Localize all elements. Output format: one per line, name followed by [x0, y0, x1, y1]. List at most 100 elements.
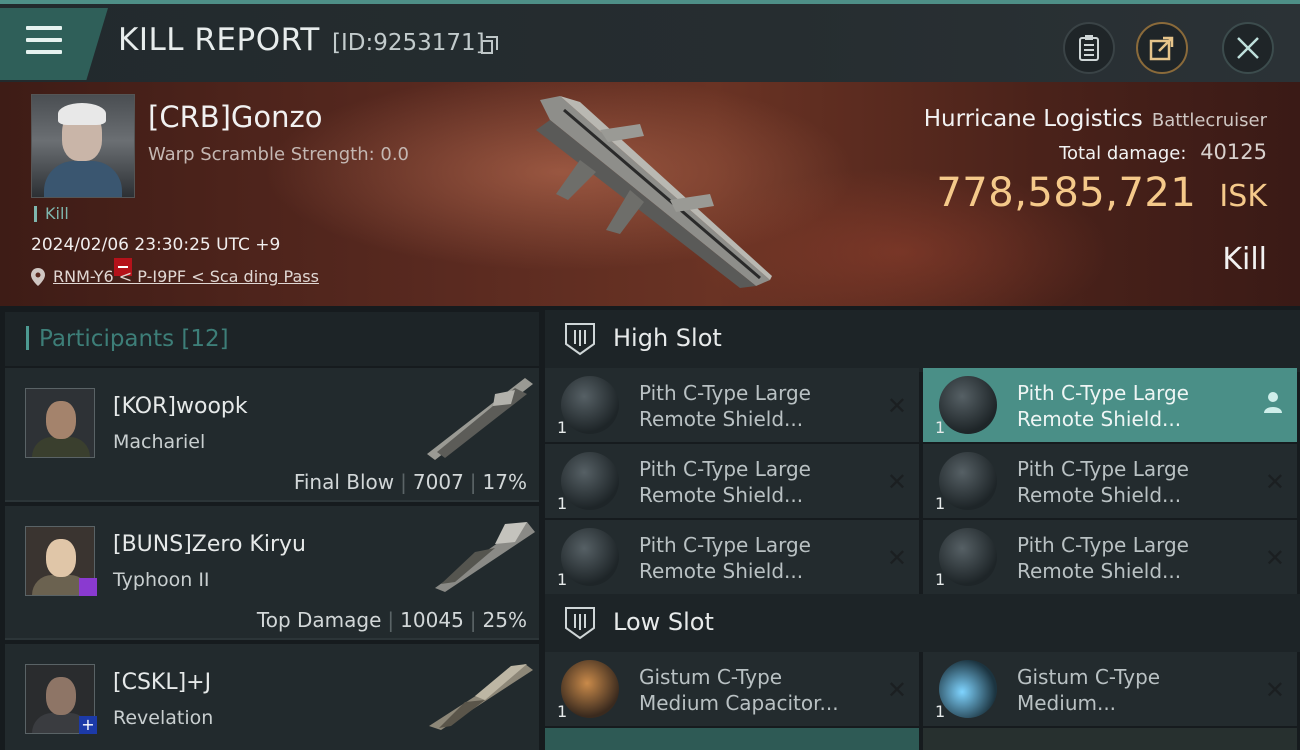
slot-icon	[565, 323, 595, 356]
close-icon	[1237, 37, 1259, 59]
report-id: [ID:9253171]	[332, 30, 485, 56]
ship-info[interactable]: Hurricane Logistics Battlecruiser	[924, 106, 1267, 132]
participant-name: [KOR]woopk	[113, 394, 248, 419]
module-icon	[561, 376, 619, 434]
fleet-plus-icon: +	[79, 716, 97, 734]
warp-scramble-strength: Warp Scramble Strength: 0.0	[148, 144, 410, 165]
low-slot-header: Low Slot	[545, 594, 1300, 652]
module-name: Pith C-Type Large Remote Shield...	[639, 381, 811, 431]
ship-name: Hurricane Logistics	[923, 106, 1143, 132]
module-item[interactable]: 1 Pith C-Type Large Remote Shield... ✕	[545, 444, 919, 518]
top-bar: KILL REPORT [ID:9253171]	[0, 0, 1300, 82]
participants-header[interactable]: Participants [12]	[5, 312, 539, 366]
total-damage-label: Total damage:	[1059, 143, 1187, 164]
high-slot-label: High Slot	[613, 324, 722, 352]
victim-banner: [CRB]Gonzo Warp Scramble Strength: 0.0 K…	[0, 82, 1300, 306]
menu-icon	[26, 26, 62, 62]
participant-name: [CSKL]+J	[113, 670, 212, 695]
module-item[interactable]: 1 Pith C-Type Large Remote Shield... ✕	[545, 368, 919, 442]
module-name: Pith C-Type Large Remote Shield...	[1017, 533, 1189, 583]
module-item[interactable]: 1 Gistum C-Type Medium... ✕	[923, 652, 1297, 726]
clipboard-button[interactable]	[1063, 22, 1115, 74]
module-name: Pith C-Type Large Remote Shield...	[1017, 457, 1189, 507]
next-module-peek	[923, 728, 1297, 750]
module-icon	[561, 452, 619, 510]
remove-icon[interactable]: ✕	[887, 468, 907, 496]
victim-portrait[interactable]	[31, 94, 135, 198]
module-name: Gistum C-Type Medium Capacitor...	[639, 665, 839, 715]
module-qty: 1	[935, 702, 946, 721]
module-qty: 1	[935, 418, 946, 437]
participant-row[interactable]: [KOR]woopk Machariel Final Blow | 7007 | 17%	[5, 368, 539, 502]
slot-icon	[565, 607, 595, 640]
participant-name: [BUNS]Zero Kiryu	[113, 532, 306, 557]
module-qty: 1	[935, 494, 946, 513]
stat-damage: 10045	[400, 608, 464, 632]
share-button[interactable]	[1136, 22, 1188, 74]
total-damage: Total damage: 40125	[1059, 140, 1267, 164]
kill-location[interactable]: RNM-Y6 < P-I9PF < Sca ding Pass	[31, 267, 319, 286]
module-item[interactable]: 1 Pith C-Type Large Remote Shield...	[923, 368, 1297, 442]
participant-row[interactable]: [BUNS]Zero Kiryu Typhoon II Top Damage | 1…	[5, 506, 539, 640]
victim-ship-image[interactable]	[520, 90, 780, 290]
stat-label: Top Damage	[256, 608, 382, 632]
remove-icon[interactable]: ✕	[1265, 676, 1285, 704]
page-title: KILL REPORT	[118, 22, 320, 58]
kill-datetime: 2024/02/06 23:30:25 UTC +9	[31, 235, 281, 255]
participant-row[interactable]: + [CSKL]+J Revelation	[5, 644, 539, 750]
high-slot-header: High Slot	[545, 310, 1300, 372]
participant-stats: Top Damage | 10045 | 25%	[256, 608, 527, 632]
module-item[interactable]: 1 Pith C-Type Large Remote Shield... ✕	[923, 444, 1297, 518]
location-pin-icon	[31, 267, 45, 286]
isk-value: 778,585,721 ISK	[936, 170, 1267, 216]
module-qty: 1	[557, 494, 568, 513]
isk-amount: 778,585,721	[936, 170, 1197, 216]
remove-icon[interactable]: ✕	[1265, 544, 1285, 572]
module-item[interactable]: 1 Gistum C-Type Medium Capacitor... ✕	[545, 652, 919, 726]
module-qty: 1	[557, 418, 568, 437]
participant-ship-image	[429, 664, 533, 730]
victim-name[interactable]: [CRB]Gonzo	[148, 100, 322, 134]
stat-percent: 17%	[482, 470, 527, 494]
module-item[interactable]: 1 Pith C-Type Large Remote Shield... ✕	[923, 520, 1297, 594]
remove-icon[interactable]: ✕	[887, 676, 907, 704]
copy-icon[interactable]	[481, 36, 498, 54]
module-name: Gistum C-Type Medium...	[1017, 665, 1161, 715]
stat-percent: 25%	[482, 608, 527, 632]
participant-ship-image	[427, 378, 533, 460]
low-slot-label: Low Slot	[613, 608, 714, 636]
module-qty: 1	[935, 570, 946, 589]
participant-stats: Final Blow | 7007 | 17%	[293, 470, 527, 494]
module-name: Pith C-Type Large Remote Shield...	[639, 533, 811, 583]
menu-button[interactable]	[0, 8, 108, 80]
isk-unit: ISK	[1219, 179, 1267, 214]
participants-count: [12]	[181, 326, 229, 352]
result-label: Kill	[1222, 242, 1267, 277]
avatar[interactable]	[25, 388, 95, 458]
remove-icon[interactable]: ✕	[887, 392, 907, 420]
person-icon[interactable]	[1263, 390, 1283, 414]
remove-icon[interactable]: ✕	[1265, 468, 1285, 496]
module-qty: 1	[557, 570, 568, 589]
module-icon	[561, 528, 619, 586]
module-item[interactable]: 1 Pith C-Type Large Remote Shield... ✕	[545, 520, 919, 594]
participant-ship-image	[435, 522, 535, 592]
ship-class: Battlecruiser	[1151, 110, 1267, 131]
participant-ship: Typhoon II	[113, 569, 210, 591]
stat-label: Final Blow	[293, 470, 395, 494]
location-link[interactable]: RNM-Y6 < P-I9PF < Sca ding Pass	[53, 267, 319, 286]
participant-ship: Revelation	[113, 707, 214, 729]
kill-tag: Kill	[34, 206, 69, 222]
module-icon	[939, 660, 997, 718]
participants-label: Participants	[39, 326, 175, 352]
corp-badge-icon	[79, 578, 97, 596]
close-button[interactable]	[1222, 22, 1274, 74]
remove-icon[interactable]: ✕	[887, 544, 907, 572]
clipboard-icon	[1079, 35, 1099, 61]
kill-report-window: KILL REPORT [ID:9253171] [CRB]Gonzo Warp…	[0, 0, 1300, 750]
stat-damage: 7007	[412, 470, 464, 494]
module-icon	[939, 452, 997, 510]
participants-title: Participants [12]	[27, 326, 229, 352]
module-icon	[561, 660, 619, 718]
total-damage-value: 40125	[1200, 140, 1267, 164]
